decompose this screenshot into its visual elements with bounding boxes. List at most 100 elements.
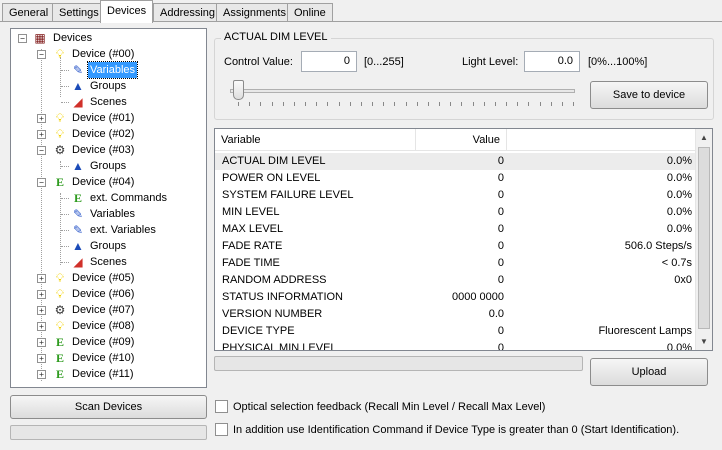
tree-item-variables[interactable]: ✎ Variables: [11, 61, 201, 79]
save-to-device-button[interactable]: Save to device: [590, 81, 708, 109]
e-icon: E: [73, 191, 82, 205]
dim-slider-track[interactable]: [230, 89, 575, 93]
tab-assignments[interactable]: Assignments: [216, 3, 293, 22]
table-row[interactable]: FADE RATE 0 506.0 Steps/s: [215, 238, 696, 255]
bulb-icon: 💡︎: [55, 319, 65, 333]
tree-item-ext-commands[interactable]: E ext. Commands: [11, 190, 201, 206]
tree-connector: [61, 230, 69, 231]
scrollbar-thumb[interactable]: [698, 147, 710, 329]
scroll-down-icon[interactable]: ▼: [696, 333, 712, 350]
tree-root[interactable]: − ▦ Devices: [11, 30, 201, 46]
tab-online[interactable]: Online: [287, 3, 333, 22]
unit-cell: 0.0%: [666, 189, 692, 201]
variable-cell: PHYSICAL MIN LEVEL: [222, 342, 337, 351]
tree-item-scenes[interactable]: ◢ Scenes: [11, 254, 201, 270]
tree-item-scenes[interactable]: ◢ Scenes: [11, 94, 201, 110]
collapse-icon[interactable]: −: [18, 34, 27, 43]
expand-icon[interactable]: +: [37, 370, 46, 379]
expand-icon[interactable]: +: [37, 290, 46, 299]
tree-item-device-06[interactable]: + 💡︎ Device (#06): [11, 286, 201, 302]
variable-cell: FADE RATE: [222, 240, 283, 252]
tree-item-device-05[interactable]: + 💡︎ Device (#05): [11, 270, 201, 286]
expand-icon[interactable]: +: [37, 338, 46, 347]
light-range-label: [0%...100%]: [588, 56, 648, 68]
expand-icon[interactable]: +: [37, 306, 46, 315]
collapse-icon[interactable]: −: [37, 146, 46, 155]
value-cell: 0: [497, 172, 504, 184]
column-header-variable[interactable]: Variable: [215, 129, 416, 151]
table-row[interactable]: PHYSICAL MIN LEVEL 0 0.0%: [215, 340, 696, 351]
gear-icon: ⚙: [54, 143, 66, 157]
tree-item-device-09[interactable]: + E Device (#09): [11, 334, 201, 350]
tree-item-label: Groups: [90, 160, 127, 172]
value-cell: 0: [497, 257, 504, 269]
expand-icon[interactable]: +: [37, 114, 46, 123]
upload-button[interactable]: Upload: [590, 358, 708, 386]
collapse-icon[interactable]: −: [37, 50, 46, 59]
light-level-input[interactable]: 0.0: [524, 51, 580, 72]
tab-general[interactable]: General: [2, 3, 56, 22]
scroll-up-icon[interactable]: ▲: [696, 129, 712, 146]
unit-cell: 0.0%: [666, 155, 692, 167]
tree-item-device-10[interactable]: + E Device (#10): [11, 350, 201, 366]
tree-item-device-08[interactable]: + 💡︎ Device (#08): [11, 318, 201, 334]
tree-item-device-00[interactable]: − 💡︎ Device (#00): [11, 46, 201, 62]
optical-feedback-label: Optical selection feedback (Recall Min L…: [233, 401, 546, 413]
expand-icon[interactable]: +: [37, 274, 46, 283]
tree-item-device-04[interactable]: − E Device (#04): [11, 174, 201, 190]
expand-icon[interactable]: +: [37, 322, 46, 331]
control-value-input[interactable]: 0: [301, 51, 357, 72]
unit-cell: 506.0 Steps/s: [624, 240, 692, 252]
tree-item-device-01[interactable]: + 💡︎ Device (#01): [11, 110, 201, 126]
value-cell: 0: [497, 274, 504, 286]
tree-item-variables[interactable]: ✎ Variables: [11, 206, 201, 222]
tree-connector: [61, 198, 69, 199]
table-row[interactable]: RANDOM ADDRESS 0 0x0: [215, 272, 696, 289]
tree-item-label: Device (#07): [72, 304, 135, 316]
tree-item-device-03[interactable]: − ⚙ Device (#03): [11, 142, 201, 158]
tree-item-groups[interactable]: ▲ Groups: [11, 158, 201, 174]
dim-slider-thumb[interactable]: [233, 80, 244, 100]
table-row[interactable]: FADE TIME 0 < 0.7s: [215, 255, 696, 272]
tree-item-device-02[interactable]: + 💡︎ Device (#02): [11, 126, 201, 142]
tree-item-label: Device (#11): [72, 368, 134, 380]
slider-ticks: [238, 102, 574, 106]
table-row[interactable]: MAX LEVEL 0 0.0%: [215, 221, 696, 238]
tree-item-groups[interactable]: ▲ Groups: [11, 238, 201, 254]
table-row[interactable]: VERSION NUMBER 0.0: [215, 306, 696, 323]
device-tree[interactable]: − ▦ Devices − 💡︎ Device (#00) ✎ Variable…: [10, 28, 207, 388]
tab-settings[interactable]: Settings: [52, 3, 106, 22]
table-row[interactable]: DEVICE TYPE 0 Fluorescent Lamps: [215, 323, 696, 340]
value-cell: 0: [497, 325, 504, 337]
e-icon: E: [55, 351, 64, 365]
table-row[interactable]: MIN LEVEL 0 0.0%: [215, 204, 696, 221]
tree-item-label: Variables: [90, 208, 136, 220]
tab-devices[interactable]: Devices: [100, 0, 154, 23]
tree-item-device-07[interactable]: + ⚙ Device (#07): [11, 302, 201, 318]
tree-item-device-11[interactable]: + E Device (#11): [11, 366, 201, 382]
expand-icon[interactable]: +: [37, 354, 46, 363]
variables-grid[interactable]: Variable Value ACTUAL DIM LEVEL 0 0.0% POWE…: [214, 128, 713, 351]
variable-cell: STATUS INFORMATION: [222, 291, 343, 303]
tree-item-label: Variables: [86, 61, 139, 79]
optical-feedback-checkbox[interactable]: [215, 400, 228, 413]
identification-command-checkbox[interactable]: [215, 423, 228, 436]
tree-item-ext-variables[interactable]: ✎ ext. Variables: [11, 222, 201, 238]
scan-devices-button[interactable]: Scan Devices: [10, 395, 207, 419]
column-header-value[interactable]: Value: [416, 129, 507, 151]
tree-item-label: ext. Variables: [90, 224, 156, 236]
e-icon: E: [55, 335, 64, 349]
value-cell: 0: [497, 155, 504, 167]
table-row[interactable]: POWER ON LEVEL 0 0.0%: [215, 170, 696, 187]
grid-vertical-scrollbar[interactable]: ▲ ▼: [695, 129, 712, 350]
collapse-icon[interactable]: −: [37, 178, 46, 187]
variable-cell: MIN LEVEL: [222, 206, 280, 218]
table-row[interactable]: ACTUAL DIM LEVEL 0 0.0%: [215, 153, 696, 170]
tree-item-groups[interactable]: ▲ Groups: [11, 78, 201, 94]
expand-icon[interactable]: +: [37, 130, 46, 139]
tab-addressing[interactable]: Addressing: [153, 3, 223, 22]
table-row[interactable]: STATUS INFORMATION 0000 0000: [215, 289, 696, 306]
tree-item-label: Device (#10): [72, 352, 135, 364]
table-row[interactable]: SYSTEM FAILURE LEVEL 0 0.0%: [215, 187, 696, 204]
variable-cell: RANDOM ADDRESS: [222, 274, 327, 286]
